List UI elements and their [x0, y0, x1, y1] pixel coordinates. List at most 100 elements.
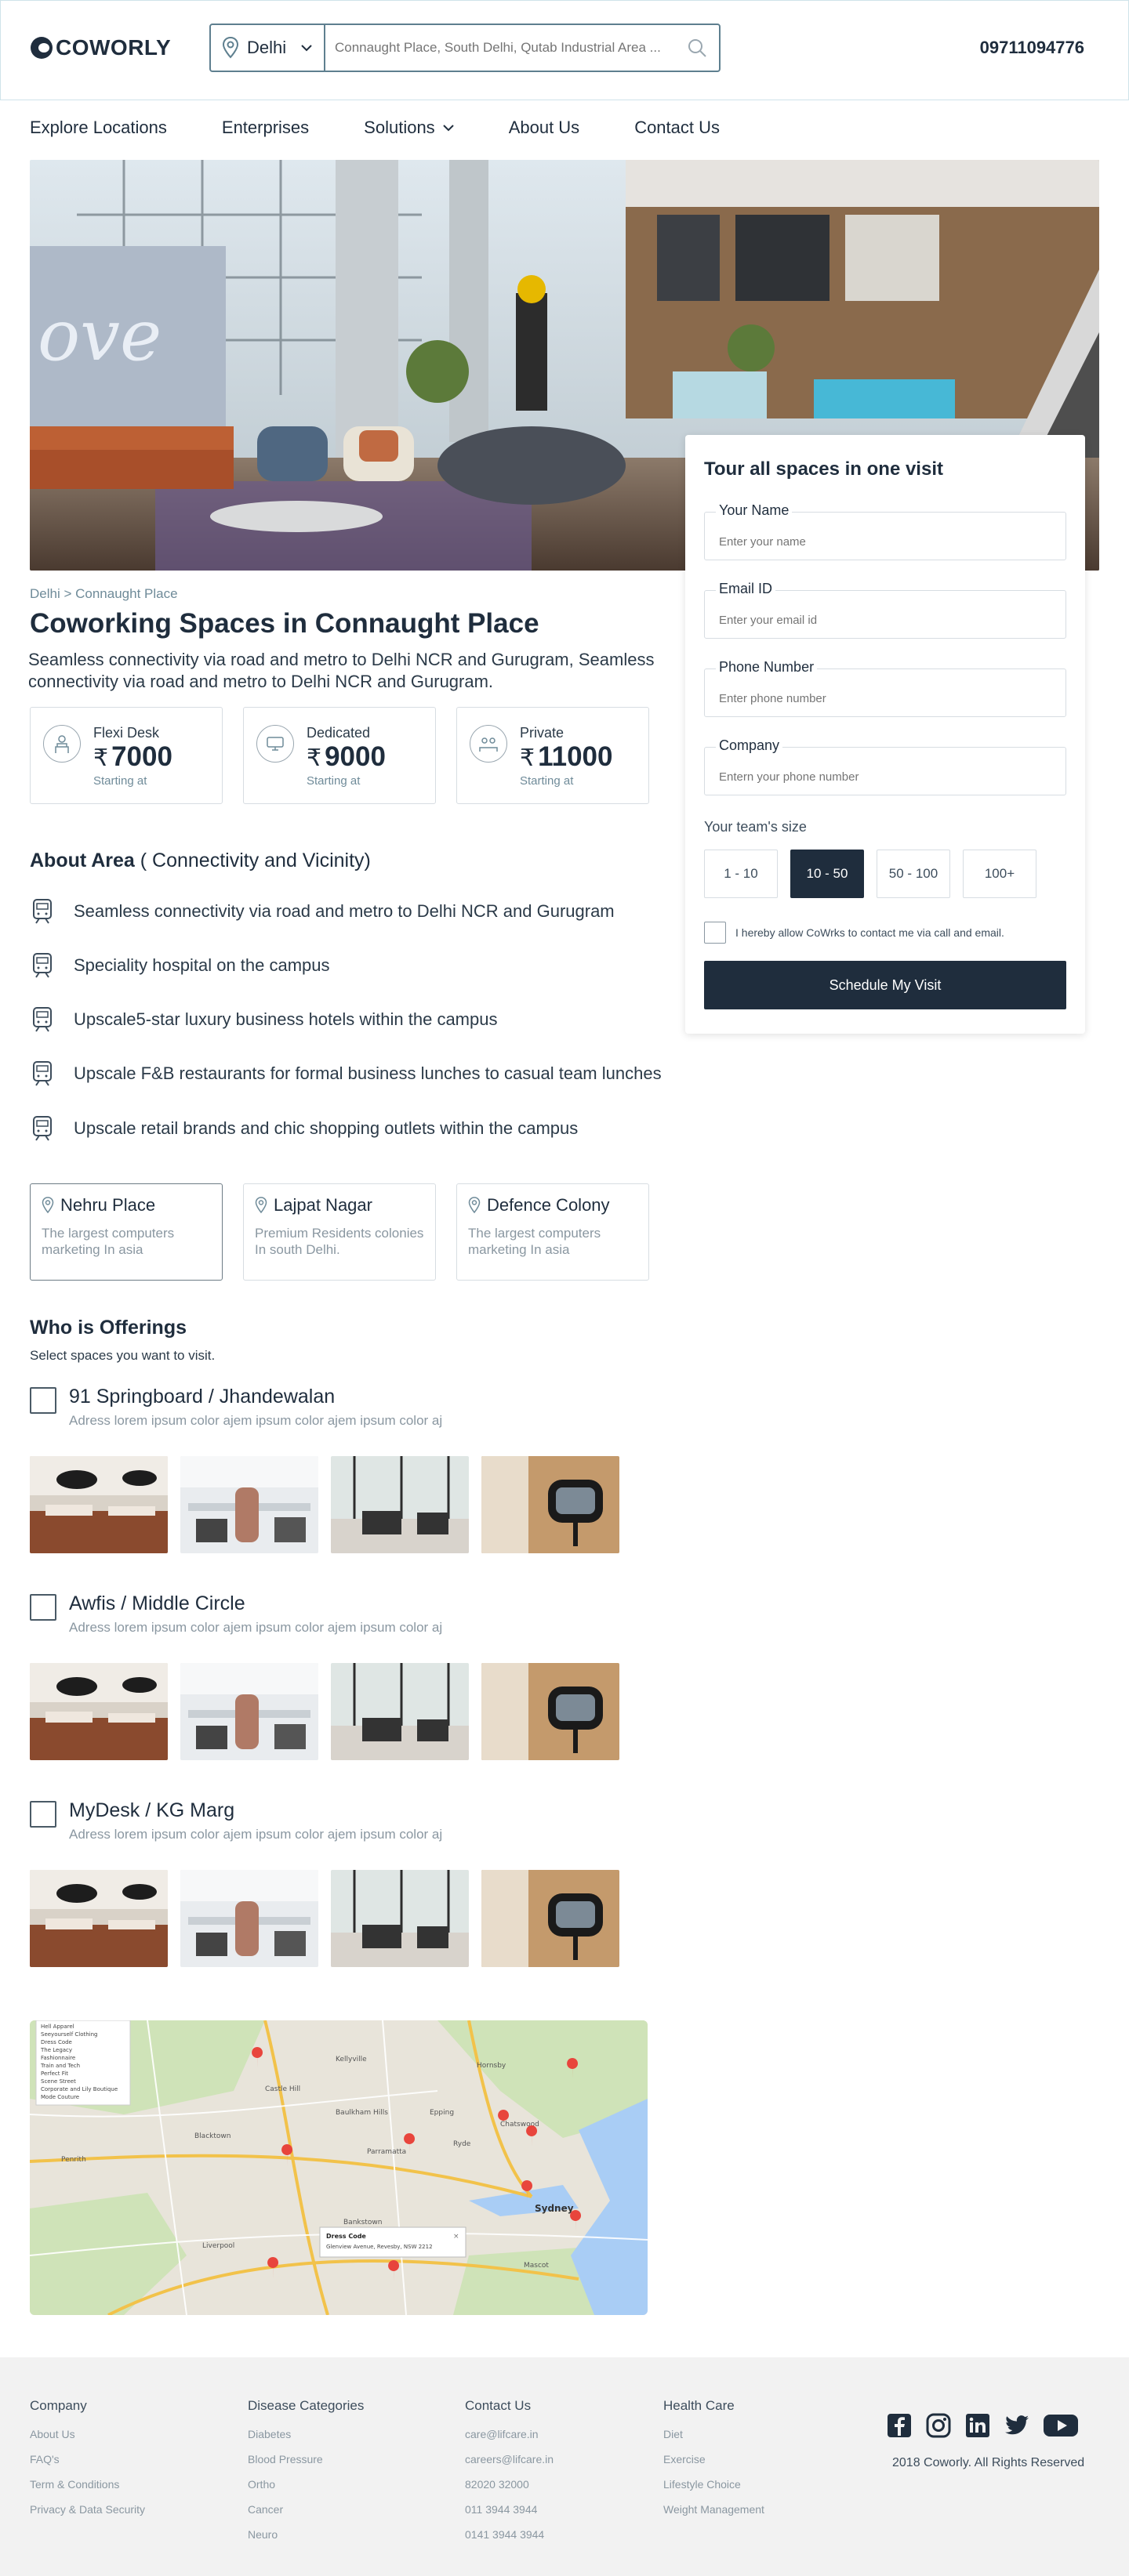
- location-card-nehru-place[interactable]: Nehru Place The largest computers market…: [30, 1183, 223, 1281]
- nav-contact-us[interactable]: Contact Us: [634, 118, 720, 138]
- phone-input[interactable]: [705, 669, 1065, 716]
- search-icon[interactable]: [675, 25, 719, 71]
- logo[interactable]: COWORLY: [31, 35, 171, 60]
- breadcrumb[interactable]: Delhi > Connaught Place: [30, 586, 178, 602]
- map-list-item: Corporate and Lily Boutique: [41, 2086, 118, 2092]
- youtube-icon[interactable]: [1043, 2412, 1079, 2439]
- footer-link[interactable]: Cancer: [248, 2503, 364, 2516]
- rupee-symbol: ₹: [307, 745, 322, 771]
- facebook-icon[interactable]: [886, 2412, 913, 2439]
- chevron-down-icon: [301, 45, 312, 52]
- offering-checkbox[interactable]: [30, 1801, 56, 1828]
- footer-heading: Health Care: [663, 2398, 735, 2413]
- footer-link[interactable]: Exercise: [663, 2453, 764, 2465]
- name-label: Your Name: [716, 502, 793, 519]
- footer-link[interactable]: Diabetes: [248, 2428, 364, 2440]
- nav-about-us[interactable]: About Us: [509, 118, 580, 138]
- copyright-text: 2018 Coworly. All Rights Reserved: [892, 2456, 1085, 2469]
- page-title: Coworking Spaces in Connaught Place: [30, 608, 539, 639]
- metro-icon: [33, 1007, 52, 1032]
- footer-link[interactable]: About Us: [30, 2428, 145, 2440]
- email-input[interactable]: [705, 591, 1065, 638]
- map-place-label: Penrith: [61, 2156, 86, 2164]
- footer-link[interactable]: careers@lifcare.in: [465, 2453, 554, 2465]
- price-card-dedicated[interactable]: Dedicated ₹9000 Starting at: [243, 707, 436, 804]
- nav-solutions[interactable]: Solutions: [364, 118, 454, 138]
- location-pin-icon: [222, 37, 239, 59]
- footer-link[interactable]: Blood Pressure: [248, 2453, 364, 2465]
- locations-map[interactable]: Hell Apparel Seeyourself Clothing Dress …: [30, 2020, 648, 2315]
- price-card-private[interactable]: Private ₹11000 Starting at: [456, 707, 649, 804]
- gallery-image[interactable]: [30, 1870, 168, 1967]
- gallery-image[interactable]: [180, 1456, 318, 1553]
- team-size-10-50[interactable]: 10 - 50: [790, 850, 864, 898]
- schedule-visit-button[interactable]: Schedule My Visit: [704, 961, 1066, 1009]
- phone-label: Phone Number: [716, 659, 818, 676]
- footer-column-company: Company About Us FAQ's Term & Conditions…: [30, 2398, 145, 2528]
- offering-name: 91 Springboard / Jhandewalan: [69, 1386, 336, 1408]
- footer-link[interactable]: care@lifcare.in: [465, 2428, 554, 2440]
- close-icon: ×: [453, 2233, 459, 2241]
- nav-enterprises[interactable]: Enterprises: [222, 118, 309, 138]
- search-input[interactable]: [325, 25, 675, 71]
- team-size-label: Your team's size: [704, 819, 807, 835]
- company-field: Company: [704, 737, 1066, 795]
- metro-icon: [33, 953, 52, 978]
- footer-column-disease-categories: Disease Categories Diabetes Blood Pressu…: [248, 2398, 364, 2553]
- price-card-flexi-desk[interactable]: Flexi Desk ₹7000 Starting at: [30, 707, 223, 804]
- instagram-icon[interactable]: [925, 2412, 952, 2439]
- offering-gallery: [30, 1870, 619, 1967]
- location-card-lajpat-nagar[interactable]: Lajpat Nagar Premium Residents colonies …: [243, 1183, 436, 1281]
- gallery-image[interactable]: [331, 1870, 469, 1967]
- offering-address: Adress lorem ipsum color ajem ipsum colo…: [69, 1827, 443, 1842]
- desk-icon: [43, 725, 81, 763]
- footer-link[interactable]: 011 3944 3944: [465, 2503, 554, 2516]
- offering-checkbox[interactable]: [30, 1594, 56, 1621]
- gallery-image[interactable]: [30, 1663, 168, 1760]
- location-card-defence-colony[interactable]: Defence Colony The largest computers mar…: [456, 1183, 649, 1281]
- price-name: Private: [520, 725, 564, 741]
- footer-link[interactable]: 0141 3944 3944: [465, 2528, 554, 2541]
- gallery-image[interactable]: [481, 1870, 619, 1967]
- offerings-title: Who is Offerings: [30, 1317, 187, 1339]
- city-dropdown[interactable]: Delhi: [211, 25, 325, 71]
- phone-number[interactable]: 09711094776: [980, 38, 1084, 58]
- gallery-image[interactable]: [180, 1663, 318, 1760]
- page-description: Seamless connectivity via road and metro…: [28, 650, 655, 691]
- footer-link[interactable]: FAQ's: [30, 2453, 145, 2465]
- team-size-100-plus[interactable]: 100+: [963, 850, 1036, 898]
- city-value: Delhi: [247, 38, 287, 57]
- metro-icon: [33, 1061, 52, 1086]
- footer-link[interactable]: Diet: [663, 2428, 764, 2440]
- logo-icon: [31, 37, 53, 59]
- footer-link[interactable]: Lifestyle Choice: [663, 2478, 764, 2491]
- footer-link[interactable]: Ortho: [248, 2478, 364, 2491]
- map-list-item: Perfect Fit: [41, 2071, 68, 2077]
- nav-explore-locations[interactable]: Explore Locations: [30, 118, 167, 138]
- twitter-icon[interactable]: [1004, 2412, 1030, 2439]
- gallery-image[interactable]: [331, 1663, 469, 1760]
- footer-link[interactable]: Term & Conditions: [30, 2478, 145, 2491]
- company-input[interactable]: [705, 748, 1065, 795]
- metro-icon: [33, 1116, 52, 1141]
- gallery-image[interactable]: [180, 1870, 318, 1967]
- name-input[interactable]: [705, 513, 1065, 560]
- offering-checkbox[interactable]: [30, 1387, 56, 1414]
- consent-checkbox[interactable]: [704, 922, 726, 944]
- gallery-image[interactable]: [30, 1456, 168, 1553]
- team-size-1-10[interactable]: 1 - 10: [704, 850, 778, 898]
- footer-link[interactable]: Weight Management: [663, 2503, 764, 2516]
- email-label: Email ID: [716, 581, 776, 597]
- gallery-image[interactable]: [331, 1456, 469, 1553]
- team-size-50-100[interactable]: 50 - 100: [877, 850, 950, 898]
- gallery-image[interactable]: [481, 1456, 619, 1553]
- map-list-item: Hell Apparel: [41, 2023, 74, 2030]
- consent-text: I hereby allow CoWrks to contact me via …: [735, 926, 1004, 939]
- footer-link[interactable]: Neuro: [248, 2528, 364, 2541]
- gallery-image[interactable]: [481, 1663, 619, 1760]
- footer-link[interactable]: Privacy & Data Security: [30, 2503, 145, 2516]
- location-pin-icon: [42, 1197, 54, 1214]
- linkedin-icon[interactable]: [964, 2412, 991, 2439]
- footer-link[interactable]: 82020 32000: [465, 2478, 554, 2491]
- name-field: Your Name: [704, 502, 1066, 560]
